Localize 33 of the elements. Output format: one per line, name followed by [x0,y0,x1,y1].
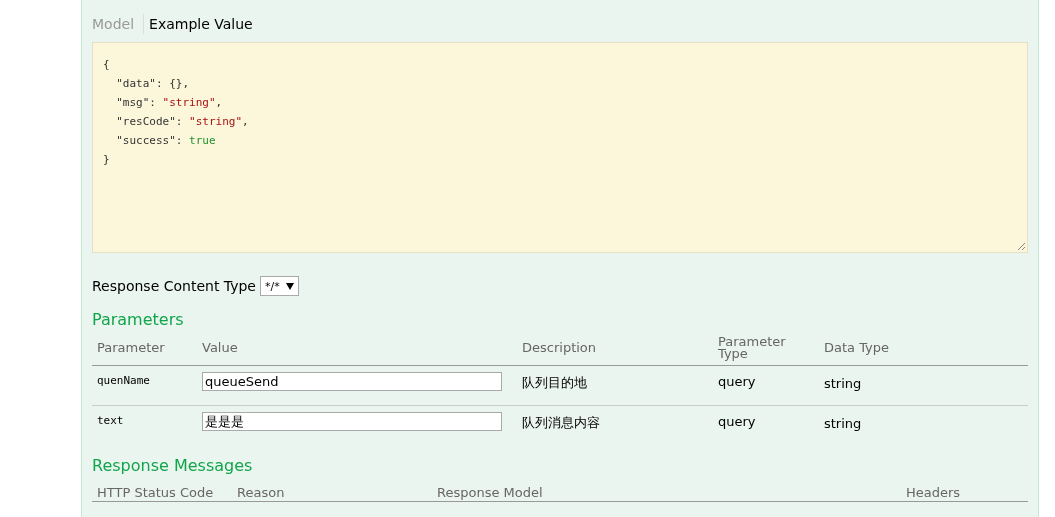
resize-handle-icon[interactable] [1017,242,1026,251]
section-heading: Response Messages [92,456,254,475]
response-content-type-label: Response Content Type [92,278,256,294]
column-header: Reason [232,475,432,502]
code-line: "msg": "string", [115,95,224,111]
column-header: Headers [901,475,1028,502]
code-line: "data": {}, [115,76,191,92]
example-value-code-box[interactable]: { "data": {}, "msg": "string", "resCode": "string", "success": true } [92,42,1028,253]
caret-icon [285,282,294,290]
column-header: Parameter Type [713,331,819,366]
data-type: string [824,376,862,391]
column-header: Response Model [432,475,901,502]
parameter-name: text [97,414,124,427]
column-header: HTTP Status Code [92,475,232,502]
column-header: Data Type [819,331,1028,366]
input-field[interactable]: 是是是 [202,412,502,431]
input-field[interactable]: queueSend [202,372,502,391]
code-line: "resCode": "string", [115,114,250,130]
section-heading: Parameters [92,310,185,329]
code-line: "success": true [115,133,217,149]
code-line: } [103,152,111,168]
parameter-type: query [718,374,756,389]
parameter-type: query [718,414,756,429]
content-type-select[interactable]: */* [260,276,299,296]
parameter-name: quenName [97,374,150,387]
column-header: Parameter [92,331,197,366]
parameter-description: 队列消息内容 [522,415,600,430]
code-line: { [103,57,111,73]
parameter-description: 队列目的地 [522,375,587,390]
tab[interactable]: Example Value [143,14,258,34]
data-type: string [824,416,862,431]
column-header: Description [517,331,713,366]
column-header: Value [197,331,517,366]
